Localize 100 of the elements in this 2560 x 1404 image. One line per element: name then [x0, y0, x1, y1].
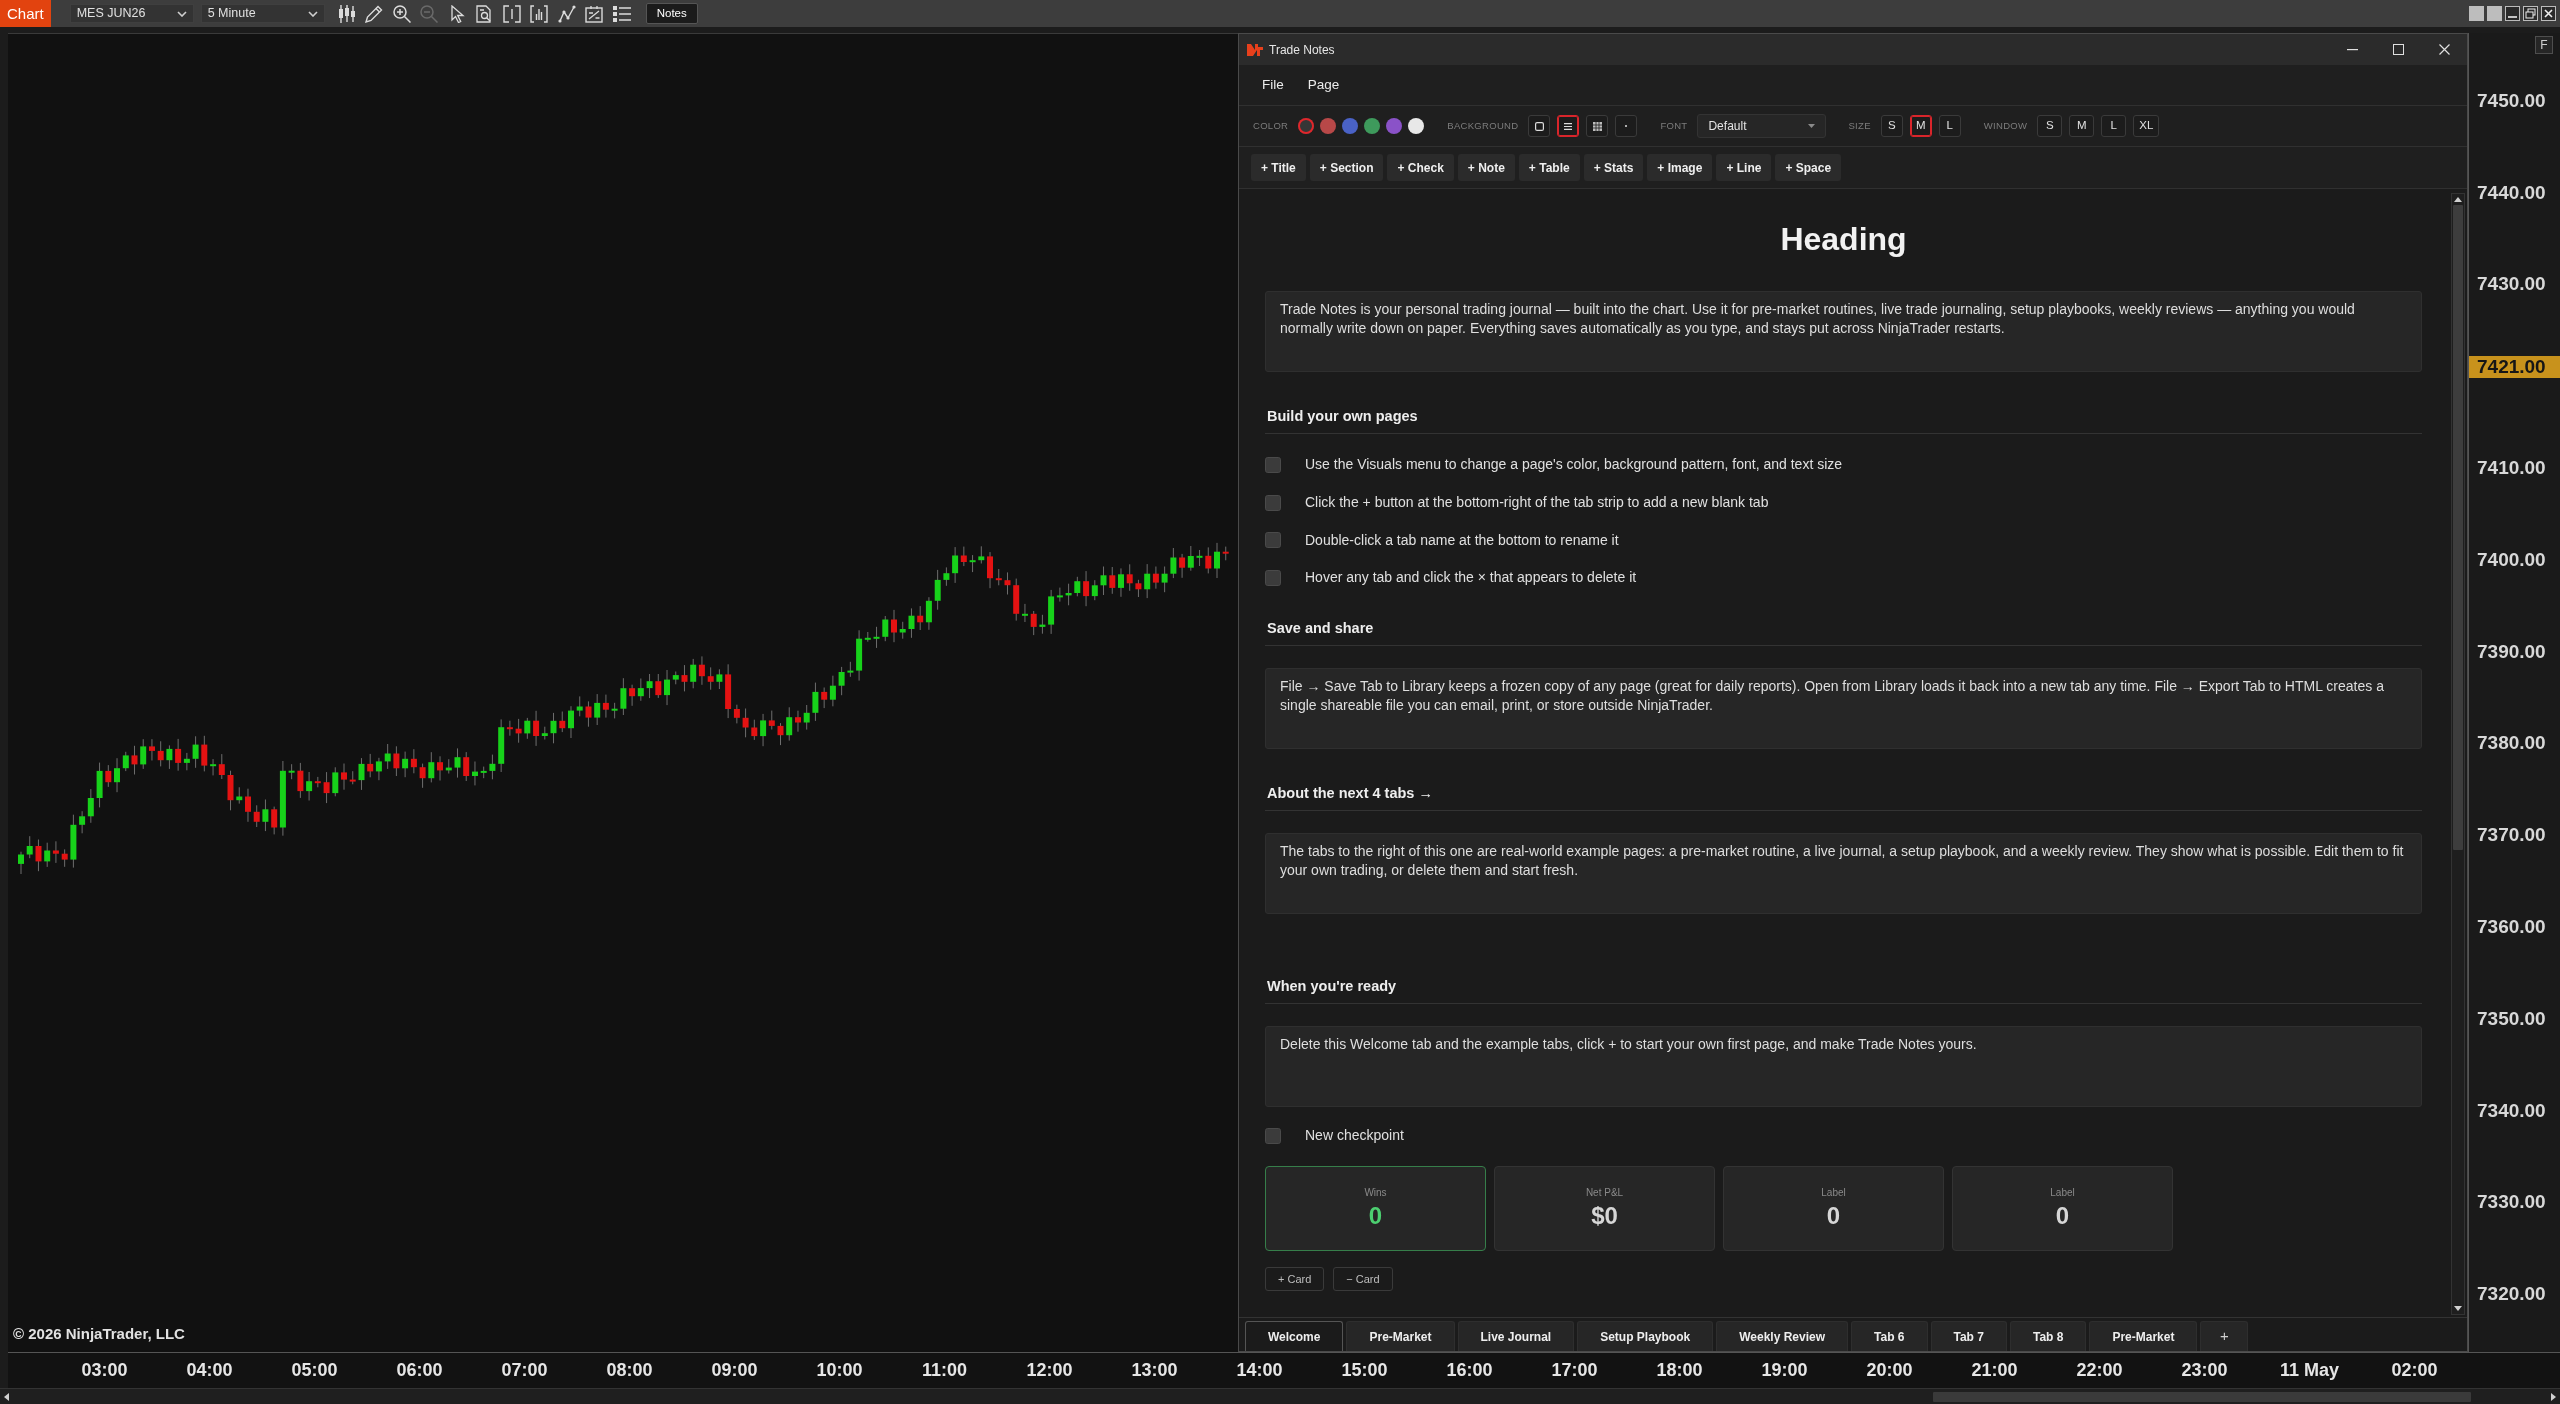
insert-button[interactable]: + Space	[1775, 154, 1842, 181]
insert-button[interactable]: + Note	[1457, 154, 1515, 181]
color-swatch-icon[interactable]	[1342, 118, 1359, 134]
card-button[interactable]: + Card	[1265, 1267, 1325, 1292]
report-icon[interactable]	[585, 4, 604, 23]
page-tab[interactable]: Pre-Market	[1346, 1321, 1455, 1351]
time-label: 11:00	[921, 1359, 967, 1382]
window-size-button[interactable]: XL	[2133, 115, 2160, 137]
down-arrow-icon[interactable]	[2454, 1306, 2462, 1311]
stat-value: 0	[1368, 1201, 1383, 1232]
price-label: 7350.00	[2476, 1007, 2546, 1030]
time-label: 22:00	[2076, 1359, 2123, 1382]
window-title: Trade Notes	[1269, 41, 1335, 59]
checkbox[interactable]	[1265, 569, 1281, 586]
time-label: 12:00	[1026, 1359, 1073, 1382]
chevron-down-icon[interactable]	[307, 10, 318, 17]
insert-button[interactable]: + Image	[1647, 154, 1713, 181]
card-button[interactable]: − Card	[1333, 1267, 1393, 1292]
checklist-text: Use the Visuals menu to change a page's color, background pattern, font, and text size	[1305, 455, 1843, 475]
grid-icon	[1592, 121, 1602, 131]
minimize-icon[interactable]	[2505, 6, 2520, 21]
page-tab[interactable]: Setup Playbook	[1577, 1321, 1714, 1351]
window-size-button[interactable]: M	[2069, 115, 2095, 137]
insert-button[interactable]: + Title	[1251, 154, 1306, 181]
window-size-button[interactable]: L	[2101, 115, 2127, 137]
price-label: 7390.00	[2476, 640, 2546, 663]
insert-button[interactable]: + Line	[1716, 154, 1772, 181]
menu-item[interactable]: Page	[1295, 70, 1352, 100]
close-icon[interactable]	[2438, 44, 2450, 55]
page-tab[interactable]: Pre-Market	[2089, 1321, 2198, 1351]
scale-button[interactable]: F	[2535, 36, 2553, 54]
bar-chart-icon[interactable]	[530, 4, 549, 23]
menu-item[interactable]: File	[1250, 70, 1296, 100]
add-tab-button[interactable]: +	[2200, 1321, 2249, 1351]
section-heading: Save and share	[1265, 617, 2422, 646]
close-icon[interactable]	[2541, 6, 2556, 21]
minimize-icon[interactable]	[2346, 48, 2358, 51]
color-swatch-icon[interactable]	[1386, 118, 1403, 134]
price-label: 7330.00	[2476, 1191, 2546, 1214]
candlestick-icon[interactable]	[337, 4, 356, 23]
time-label: 18:00	[1656, 1359, 1703, 1382]
pencil-icon[interactable]	[365, 4, 384, 23]
size-button[interactable]: S	[1880, 115, 1903, 137]
checkbox[interactable]	[1265, 532, 1281, 549]
time-label: 08:00	[606, 1359, 653, 1382]
price-label: 7320.00	[2476, 1283, 2546, 1306]
page-tab[interactable]: Tab 7	[1930, 1321, 2007, 1351]
restore-icon[interactable]	[2523, 6, 2538, 21]
zoom-in-icon[interactable]	[392, 4, 411, 23]
list-icon[interactable]	[612, 4, 631, 23]
interval-dropdown[interactable]: 5 Minute	[200, 4, 325, 23]
insert-button[interactable]: + Stats	[1583, 154, 1644, 181]
insert-button[interactable]: + Check	[1387, 154, 1454, 181]
insert-button[interactable]: + Section	[1309, 154, 1384, 181]
checkbox[interactable]	[1265, 494, 1281, 511]
time-label: 07:00	[501, 1359, 548, 1382]
price-label: 7380.00	[2476, 732, 2546, 755]
stat-label: Wins	[1364, 1186, 1387, 1200]
page-tab[interactable]: Welcome	[1245, 1321, 1344, 1351]
time-label: 11 May	[2279, 1359, 2339, 1382]
section-heading: About the next 4 tabs →	[1265, 782, 2422, 811]
page-tab[interactable]: Weekly Review	[1716, 1321, 1849, 1351]
window-size-button[interactable]: S	[2037, 115, 2063, 137]
instrument-dropdown[interactable]: MES JUN26	[69, 4, 194, 23]
notes-button[interactable]: Notes	[645, 3, 698, 24]
checkbox[interactable]	[1265, 456, 1281, 473]
page-tab[interactable]: Live Journal	[1457, 1321, 1575, 1351]
size-button[interactable]: L	[1938, 115, 1961, 137]
page-tab[interactable]: Tab 6	[1851, 1321, 1928, 1351]
stat-value: $0	[1591, 1201, 1618, 1232]
chart-button[interactable]: Chart	[0, 0, 51, 27]
option-label: FONT	[1660, 118, 1688, 133]
note-text: Delete this Welcome tab and the example tabs, click + to start your own first page, and make Trade Notes yours.	[1265, 1025, 2422, 1107]
option-label: COLOR	[1253, 118, 1289, 133]
background-option-button[interactable]	[1528, 115, 1551, 137]
document-search-icon[interactable]	[475, 4, 494, 23]
time-label: 14:00	[1236, 1359, 1283, 1382]
color-swatch-icon[interactable]	[1320, 118, 1337, 134]
up-arrow-icon[interactable]	[2454, 197, 2462, 202]
maximize-icon[interactable]	[2392, 44, 2404, 55]
checkbox[interactable]	[1265, 1127, 1281, 1144]
background-option-button[interactable]	[1586, 115, 1609, 137]
font-dropdown[interactable]: Default	[1697, 114, 1827, 138]
color-swatch-icon[interactable]	[1408, 118, 1425, 134]
line-chart-icon[interactable]	[557, 4, 576, 23]
page-tab[interactable]: Tab 8	[2009, 1321, 2087, 1351]
color-swatch-icon[interactable]	[1364, 118, 1381, 134]
left-arrow-icon[interactable]	[4, 1392, 9, 1401]
insert-button[interactable]: + Table	[1518, 154, 1580, 181]
color-swatch-icon[interactable]	[1298, 118, 1315, 134]
size-button[interactable]: M	[1909, 115, 1932, 137]
price-label: 7370.00	[2476, 824, 2546, 847]
horizontal-scrollbar[interactable]	[0, 1388, 2560, 1404]
background-option-button[interactable]	[1557, 115, 1580, 137]
time-label: 17:00	[1551, 1359, 1598, 1382]
chevron-down-icon[interactable]	[176, 10, 187, 17]
time-label: 16:00	[1446, 1359, 1493, 1382]
bracket-icon[interactable]	[502, 4, 521, 23]
vertical-scrollbar[interactable]	[2451, 193, 2465, 1315]
right-arrow-icon[interactable]	[2551, 1392, 2556, 1401]
